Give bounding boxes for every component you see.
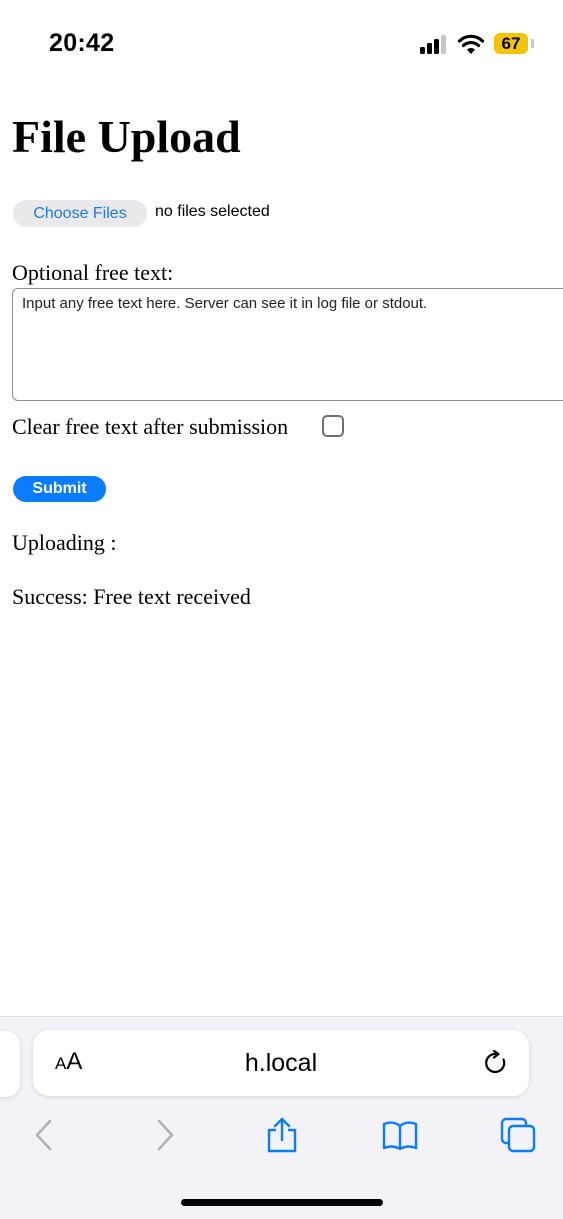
home-indicator: [181, 1199, 383, 1206]
status-bar: 20:42 67: [0, 0, 563, 90]
page-title: File Upload: [12, 111, 241, 162]
reload-icon[interactable]: [483, 1050, 509, 1076]
forward-icon[interactable]: [147, 1117, 183, 1153]
cellular-signal-icon: [420, 34, 450, 54]
success-message: Success: Free text received: [12, 584, 251, 609]
free-text-input[interactable]: [12, 288, 563, 401]
bookmarks-icon[interactable]: [382, 1117, 418, 1153]
clear-free-text-checkbox[interactable]: [322, 415, 344, 437]
uploading-status: Uploading :: [12, 530, 117, 555]
battery-level: 67: [501, 34, 521, 53]
back-icon[interactable]: [26, 1117, 62, 1153]
wifi-icon: [457, 34, 485, 54]
tabs-icon[interactable]: [500, 1117, 536, 1153]
submit-button[interactable]: Submit: [13, 476, 106, 502]
url-text[interactable]: h.local: [33, 1049, 529, 1078]
free-text-label: Optional free text:: [12, 260, 174, 285]
browser-toolbar: AA h.local: [0, 1016, 563, 1219]
address-bar[interactable]: AA h.local: [33, 1030, 529, 1096]
battery-cap: [531, 39, 534, 48]
battery-icon: 67: [494, 33, 528, 54]
previous-tab-peek[interactable]: [0, 1031, 20, 1097]
clear-free-text-label: Clear free text after submission: [12, 414, 289, 439]
file-status-text: no files selected: [155, 203, 270, 220]
share-icon[interactable]: [264, 1117, 300, 1153]
choose-files-button[interactable]: Choose Files: [13, 200, 147, 227]
status-time: 20:42: [49, 29, 115, 57]
